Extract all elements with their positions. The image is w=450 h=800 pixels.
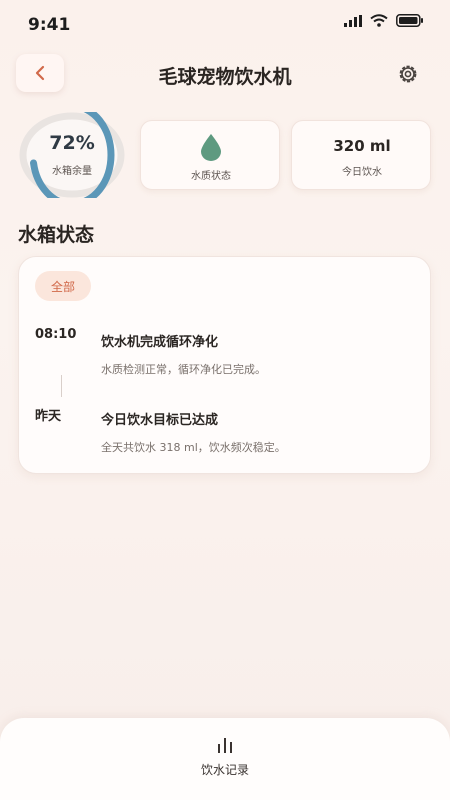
water-quality-card[interactable]: 水质状态 (140, 120, 280, 190)
page-title: 毛球宠物饮水机 (158, 66, 292, 88)
timeline-title: 饮水机完成循环净化 (101, 335, 219, 350)
timeline-connector (61, 375, 62, 397)
timeline-time: 08:10 (35, 327, 77, 342)
filter-chip-all[interactable]: 全部 (35, 271, 91, 301)
timeline-desc: 全天共饮水 318 ml，饮水频次稳定。 (101, 441, 286, 454)
daily-intake-value: 320 ml (333, 137, 391, 155)
wifi-icon (370, 14, 388, 27)
timeline-card: 全部 08:10 饮水机完成循环净化 水质检测正常，循环净化已完成。 昨天 今日… (18, 256, 431, 474)
bottom-nav: 饮水记录 (0, 718, 450, 800)
timeline-desc: 水质检测正常，循环净化已完成。 (101, 363, 266, 376)
section-title: 水箱状态 (18, 224, 95, 246)
gear-icon (399, 65, 417, 83)
battery-icon (396, 14, 423, 27)
daily-intake-card[interactable]: 320 ml 今日饮水 (291, 120, 431, 190)
status-time: 9:41 (28, 15, 71, 35)
bar-chart-icon (218, 738, 232, 753)
signal-icon (344, 14, 362, 27)
tank-level-ring: 72% 水箱余量 (18, 112, 126, 198)
nav-label: 饮水记录 (200, 763, 249, 777)
tank-percent: 72% (49, 132, 95, 154)
settings-button[interactable] (396, 62, 420, 86)
daily-intake-label: 今日饮水 (342, 167, 382, 178)
water-quality-label: 水质状态 (191, 171, 231, 182)
status-bar: 9:41 (0, 0, 450, 50)
timeline-title: 今日饮水目标已达成 (101, 413, 219, 428)
tank-ring-graphic (19, 112, 125, 198)
timeline-time: 昨天 (35, 409, 62, 424)
tank-label: 水箱余量 (52, 166, 92, 177)
nav-drink-records[interactable]: 饮水记录 (175, 734, 275, 784)
water-drop-icon (201, 134, 221, 161)
status-icons (344, 14, 424, 27)
